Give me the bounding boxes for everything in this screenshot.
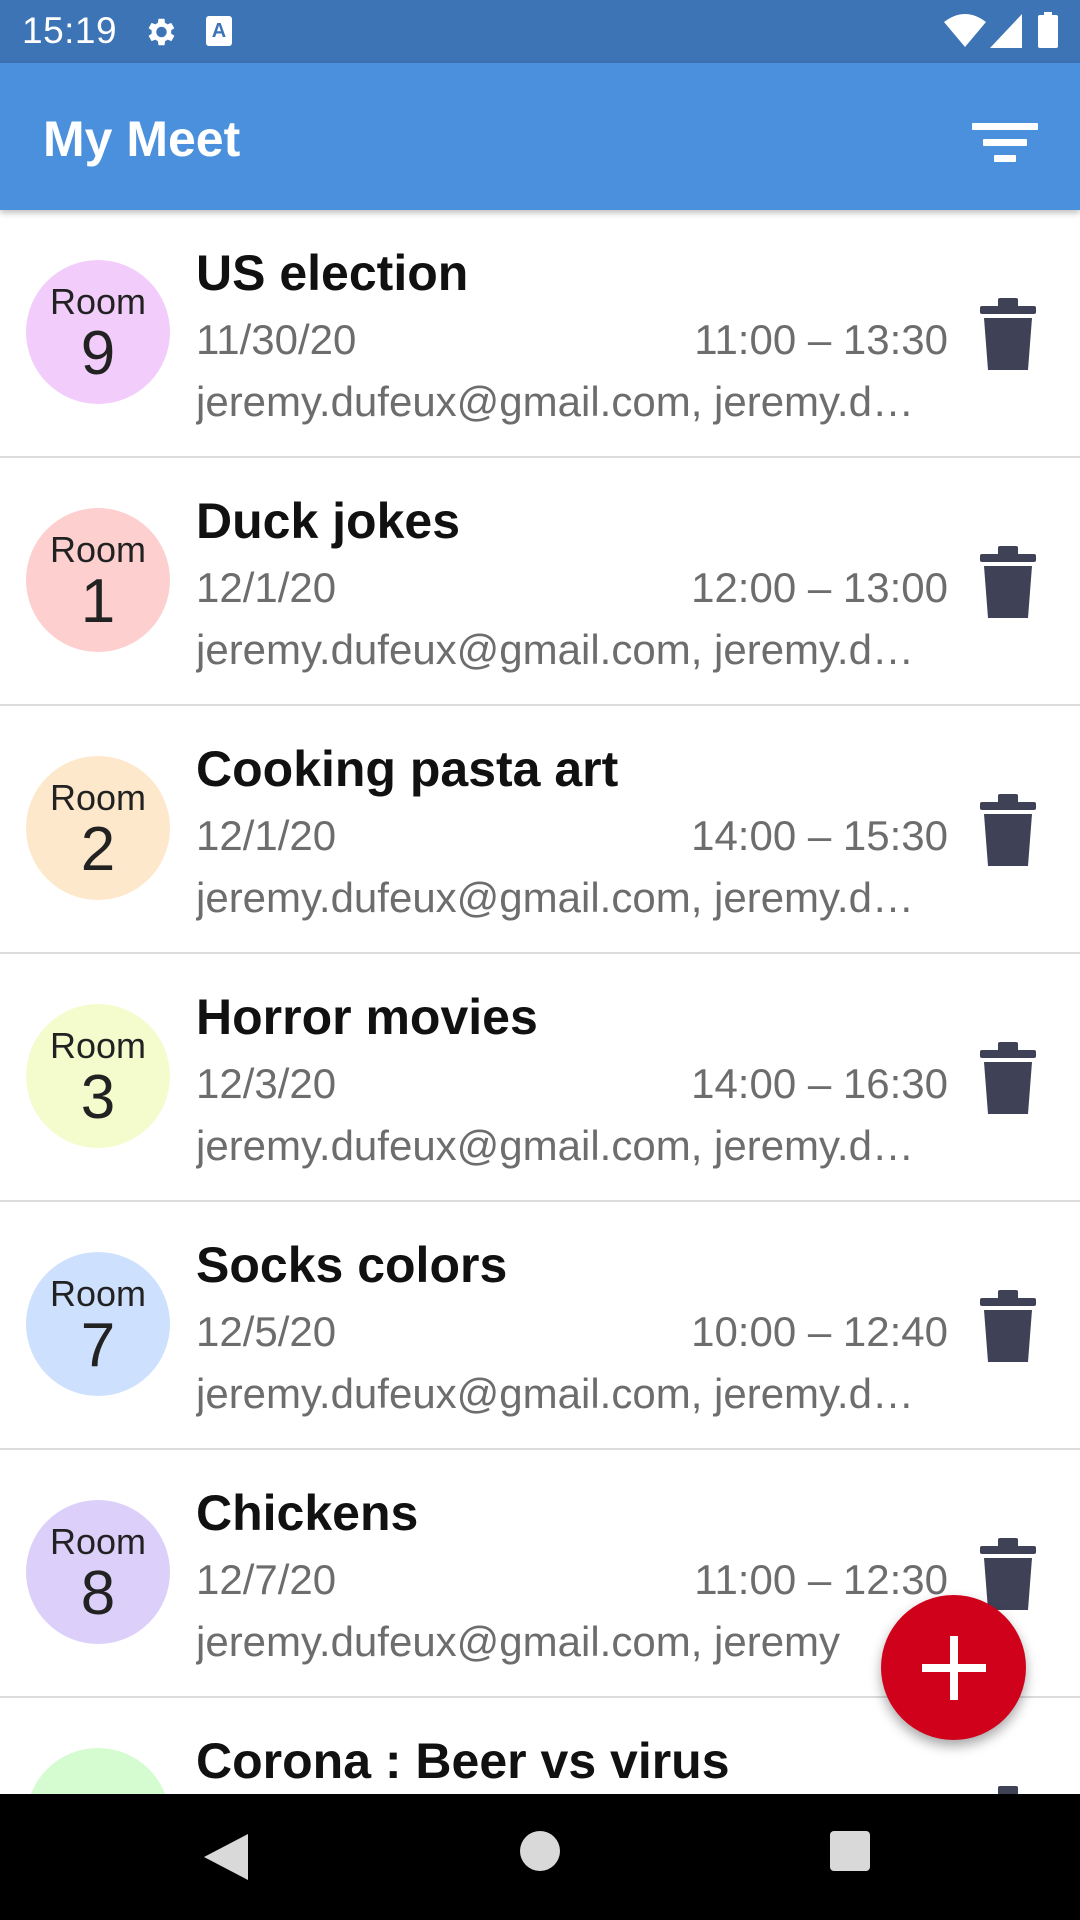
meeting-row[interactable]: Room 1 Duck jokes 12/1/20 12:00 – 13:00 jerem… bbox=[0, 458, 1080, 706]
add-meeting-button[interactable] bbox=[881, 1595, 1026, 1740]
delete-icon[interactable] bbox=[980, 1290, 1036, 1362]
meeting-participants: jeremy.dufeux@gmail.com, jeremy.d… bbox=[196, 378, 914, 425]
meeting-date: 12/5/20 bbox=[196, 1308, 337, 1355]
meeting-title: Cooking pasta art bbox=[196, 741, 619, 797]
meeting-time: 14:00 – 15:30 bbox=[691, 812, 948, 859]
meeting-row[interactable]: Room 7 Socks colors 12/5/20 10:00 – 12:40 jer… bbox=[0, 1202, 1080, 1450]
room-label: Room bbox=[49, 281, 147, 322]
room-avatar: Room 3 bbox=[26, 1004, 170, 1148]
home-icon[interactable] bbox=[520, 1831, 560, 1871]
meeting-row[interactable]: Room 9 US election 11/30/20 11:00 – 13:30 jer… bbox=[0, 210, 1080, 458]
filter-icon bbox=[972, 122, 1038, 130]
meeting-list[interactable]: Room 9 US election 11/30/20 11:00 – 13:30 jer… bbox=[0, 210, 1080, 1794]
room-label: Room bbox=[49, 777, 147, 818]
room-label: Room bbox=[49, 529, 147, 570]
delete-icon[interactable] bbox=[980, 298, 1036, 370]
app-title: My Meet bbox=[43, 111, 241, 167]
meeting-time: 14:00 – 16:30 bbox=[691, 1060, 948, 1107]
plus-icon bbox=[921, 1635, 986, 1700]
meeting-title: Socks colors bbox=[196, 1237, 508, 1293]
room-avatar: Room 2 bbox=[26, 756, 170, 900]
meeting-participants: jeremy.dufeux@gmail.com, jeremy.d… bbox=[196, 874, 914, 921]
meeting-row[interactable]: Room 3 Horror movies 12/3/20 14:00 – 16:30 je… bbox=[0, 954, 1080, 1202]
room-avatar: Room bbox=[26, 1748, 170, 1794]
room-avatar: Room 7 bbox=[26, 1252, 170, 1396]
back-icon[interactable] bbox=[204, 1834, 248, 1880]
meeting-participants: jeremy.dufeux@gmail.com, jeremy.d… bbox=[196, 626, 914, 673]
recents-icon[interactable] bbox=[830, 1831, 870, 1871]
meeting-participants: jeremy.dufeux@gmail.com, jeremy.d… bbox=[196, 1122, 914, 1169]
filter-button[interactable] bbox=[960, 107, 1050, 177]
meeting-title: Corona : Beer vs virus bbox=[196, 1733, 730, 1789]
meeting-time: 11:00 – 13:30 bbox=[694, 316, 948, 363]
navigation-bar bbox=[0, 1794, 1080, 1920]
meeting-time: 11:00 – 12:30 bbox=[694, 1556, 948, 1603]
room-label: Room bbox=[49, 1521, 147, 1562]
status-bar: 15:19 A bbox=[0, 0, 1080, 63]
room-label: Room bbox=[49, 1025, 147, 1066]
room-label: Room bbox=[49, 1273, 147, 1314]
meeting-time: 10:00 – 12:40 bbox=[691, 1308, 948, 1355]
room-avatar: Room 9 bbox=[26, 260, 170, 404]
room-number: 8 bbox=[80, 1559, 116, 1628]
room-number: 1 bbox=[80, 567, 116, 636]
meeting-time: 12:00 – 13:00 bbox=[691, 564, 948, 611]
meeting-title: Duck jokes bbox=[196, 493, 461, 549]
meeting-date: 12/3/20 bbox=[196, 1060, 337, 1107]
settings-icon bbox=[148, 18, 175, 46]
meeting-row[interactable]: Room 2 Cooking pasta art 12/1/20 14:00 – 15:… bbox=[0, 706, 1080, 954]
meeting-date: 12/7/20 bbox=[196, 1556, 337, 1603]
text-a-icon: A bbox=[206, 16, 232, 46]
room-number: 9 bbox=[80, 319, 116, 388]
meeting-date: 12/1/20 bbox=[196, 812, 337, 859]
delete-icon[interactable] bbox=[980, 1786, 1036, 1794]
room-avatar: Room 1 bbox=[26, 508, 170, 652]
delete-icon[interactable] bbox=[980, 1042, 1036, 1114]
delete-icon[interactable] bbox=[980, 794, 1036, 866]
room-number: 7 bbox=[80, 1311, 116, 1380]
meeting-title: Horror movies bbox=[196, 989, 538, 1045]
room-number: 2 bbox=[80, 815, 116, 884]
meeting-title: US election bbox=[196, 245, 469, 301]
room-number: 3 bbox=[80, 1063, 116, 1132]
status-time: 15:19 bbox=[22, 10, 118, 51]
meeting-date: 11/30/20 bbox=[196, 316, 357, 363]
room-avatar: Room 8 bbox=[26, 1500, 170, 1644]
wifi-icon bbox=[944, 14, 986, 47]
meeting-participants: jeremy.dufeux@gmail.com, jeremy.d… bbox=[196, 1370, 914, 1417]
delete-icon[interactable] bbox=[980, 546, 1036, 618]
meeting-date: 12/1/20 bbox=[196, 564, 337, 611]
meeting-title: Chickens bbox=[196, 1485, 419, 1541]
battery-icon bbox=[1038, 12, 1058, 48]
app-bar: My Meet bbox=[0, 63, 1080, 210]
delete-icon[interactable] bbox=[980, 1538, 1036, 1610]
signal-icon bbox=[990, 14, 1022, 48]
meeting-participants: jeremy.dufeux@gmail.com, jeremy bbox=[196, 1618, 841, 1665]
